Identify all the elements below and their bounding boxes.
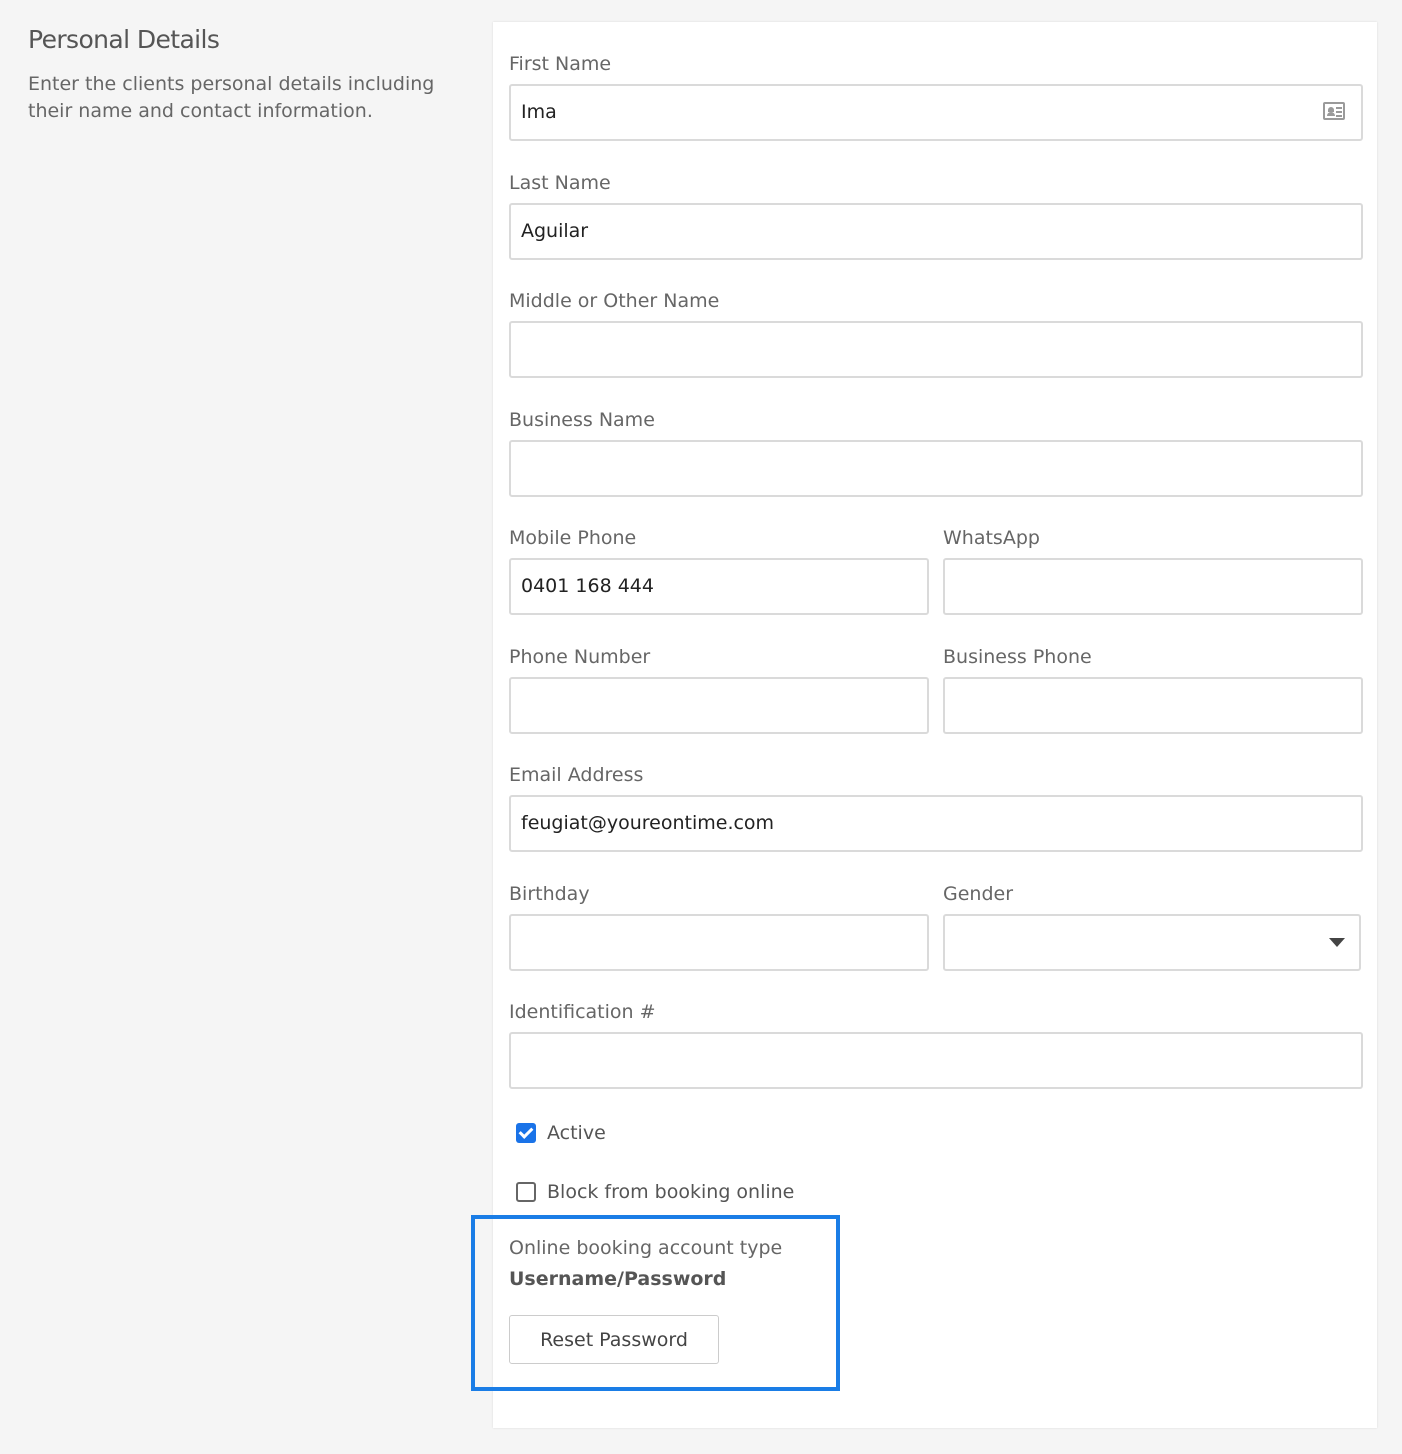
- middle-name-input[interactable]: [509, 321, 1363, 378]
- business-phone-input[interactable]: [943, 677, 1363, 734]
- contact-card-icon: [1323, 102, 1345, 120]
- online-booking-type-label: Online booking account type: [509, 1237, 783, 1259]
- active-label: Active: [547, 1122, 606, 1144]
- chevron-down-icon: [1329, 938, 1345, 947]
- block-online-checkbox[interactable]: [516, 1182, 536, 1202]
- email-group: Email Address feugiat@youreontime.com: [509, 763, 1363, 852]
- business-name-label: Business Name: [509, 409, 655, 431]
- mobile-phone-label: Mobile Phone: [509, 527, 637, 549]
- reset-password-button[interactable]: Reset Password: [509, 1315, 719, 1364]
- email-label: Email Address: [509, 764, 644, 786]
- first-name-input[interactable]: Ima: [509, 84, 1363, 141]
- mobile-phone-input[interactable]: 0401 168 444: [509, 558, 929, 615]
- last-name-label: Last Name: [509, 172, 611, 194]
- middle-name-group: Middle or Other Name: [509, 289, 1363, 378]
- section-description: Enter the clients personal details inclu…: [28, 73, 435, 122]
- first-name-value: Ima: [521, 101, 557, 123]
- mobile-phone-group: Mobile Phone 0401 168 444: [509, 526, 929, 615]
- active-checkbox[interactable]: [516, 1123, 536, 1143]
- phone-number-label: Phone Number: [509, 646, 651, 668]
- active-checkbox-row[interactable]: Active: [516, 1121, 606, 1145]
- identification-label: Identification #: [509, 1001, 656, 1023]
- birthday-group: Birthday: [509, 882, 929, 971]
- first-name-group: First Name Ima: [509, 52, 1363, 141]
- mobile-phone-value: 0401 168 444: [521, 575, 654, 597]
- phone-number-input[interactable]: [509, 677, 929, 734]
- identification-group: Identification #: [509, 1000, 1363, 1089]
- last-name-value: Aguilar: [521, 220, 589, 242]
- birthday-input[interactable]: [509, 914, 929, 971]
- birthday-label: Birthday: [509, 883, 590, 905]
- whatsapp-label: WhatsApp: [943, 527, 1040, 549]
- section-intro: Personal Details Enter the clients perso…: [28, 22, 468, 125]
- business-name-input[interactable]: [509, 440, 1363, 497]
- last-name-input[interactable]: Aguilar: [509, 203, 1363, 260]
- gender-label: Gender: [943, 883, 1014, 905]
- middle-name-label: Middle or Other Name: [509, 290, 720, 312]
- identification-input[interactable]: [509, 1032, 1363, 1089]
- business-name-group: Business Name: [509, 408, 1363, 497]
- gender-group: Gender: [943, 882, 1361, 971]
- block-online-label: Block from booking online: [547, 1181, 795, 1203]
- first-name-label: First Name: [509, 53, 612, 75]
- email-value: feugiat@youreontime.com: [521, 812, 775, 834]
- block-online-checkbox-row[interactable]: Block from booking online: [516, 1180, 794, 1204]
- whatsapp-input[interactable]: [943, 558, 1363, 615]
- business-phone-label: Business Phone: [943, 646, 1092, 668]
- business-phone-group: Business Phone: [943, 645, 1363, 734]
- gender-select[interactable]: [943, 914, 1361, 971]
- online-booking-type-value: Username/Password: [509, 1268, 727, 1290]
- email-input[interactable]: feugiat@youreontime.com: [509, 795, 1363, 852]
- whatsapp-group: WhatsApp: [943, 526, 1363, 615]
- phone-number-group: Phone Number: [509, 645, 929, 734]
- last-name-group: Last Name Aguilar: [509, 171, 1363, 260]
- section-title: Personal Details: [28, 25, 220, 54]
